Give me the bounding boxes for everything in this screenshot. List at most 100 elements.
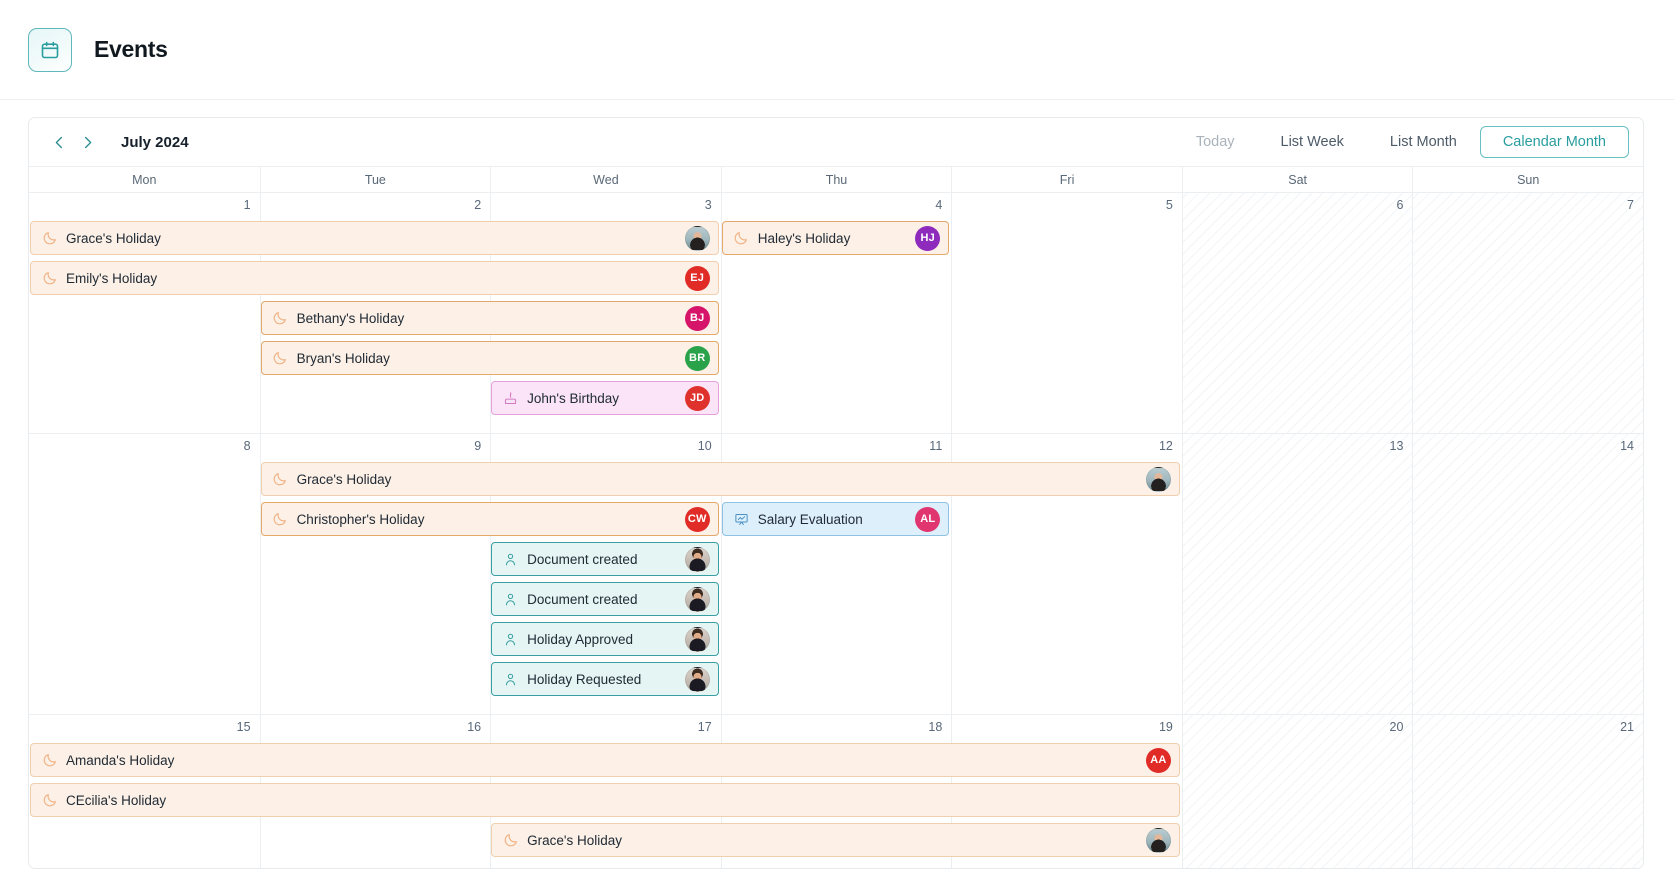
next-month-button[interactable] <box>73 128 101 156</box>
moon-icon <box>272 350 289 367</box>
calendar-event[interactable]: Document created <box>491 542 719 576</box>
weekday-header-row: Mon Tue Wed Thu Fri Sat Sun <box>29 167 1643 193</box>
prev-month-button[interactable] <box>45 128 73 156</box>
weekday-header-sat: Sat <box>1181 167 1413 192</box>
user-icon <box>502 551 519 568</box>
moon-icon <box>272 310 289 327</box>
week-events-layer: Amanda's Holiday AA CEcilia's Holiday Grace… <box>29 715 1643 863</box>
event-title: Haley's Holiday <box>757 230 851 246</box>
user-icon <box>502 631 519 648</box>
calendar-week-row: 15 16 17 18 19 20 21 Amanda's Holiday AA CEcilia'… <box>29 715 1643 868</box>
event-row: Emily's Holiday EJ <box>29 261 1643 301</box>
event-title: Holiday Approved <box>527 631 633 647</box>
weekday-header-mon: Mon <box>132 172 157 187</box>
calendar-event[interactable]: Haley's Holiday HJ <box>721 221 950 255</box>
weekday-header-tue: Tue <box>259 167 491 192</box>
event-title: Amanda's Holiday <box>66 752 175 768</box>
moon-icon <box>41 230 58 247</box>
event-row: Grace's Holiday <box>29 823 1643 863</box>
calendar-event[interactable]: CEcilia's Holiday <box>30 783 1180 817</box>
event-title: CEcilia's Holiday <box>66 792 167 808</box>
avatar <box>1145 827 1171 853</box>
moon-icon <box>41 270 58 287</box>
calendar-toolbar: July 2024 Today List Week List Month Cal… <box>29 118 1643 167</box>
calendar-event[interactable]: Salary Evaluation AL <box>721 502 950 536</box>
weekday-header-thu: Thu <box>720 167 952 192</box>
event-title: Document created <box>527 591 638 607</box>
event-title: John's Birthday <box>527 390 620 406</box>
avatar <box>1145 466 1171 492</box>
moon-icon <box>733 230 750 247</box>
calendar-card: July 2024 Today List Week List Month Cal… <box>28 117 1644 869</box>
event-row: Amanda's Holiday AA <box>29 743 1643 783</box>
calendar-event[interactable]: Bethany's Holiday BJ <box>260 301 719 335</box>
event-title: Bryan's Holiday <box>296 350 390 366</box>
chevron-left-icon <box>55 136 62 148</box>
event-row: Document created <box>29 582 1643 622</box>
event-title: Document created <box>527 551 638 567</box>
avatar: AL <box>915 506 941 532</box>
page-title: Events <box>94 36 168 62</box>
avatar: JD <box>684 385 710 411</box>
today-button[interactable]: Today <box>1173 126 1258 158</box>
current-month-label: July 2024 <box>121 133 189 151</box>
weeks-container: 1 2 3 4 5 6 7 Grace's Holiday Haley's Holiday HJ E… <box>29 193 1643 868</box>
avatar: EJ <box>684 265 710 291</box>
calendar-event[interactable]: Grace's Holiday <box>30 221 719 255</box>
event-title: Grace's Holiday <box>66 230 161 246</box>
calendar-week-row: 1 2 3 4 5 6 7 Grace's Holiday Haley's Holiday HJ E… <box>29 193 1643 434</box>
calendar-event[interactable]: Grace's Holiday <box>260 462 1180 496</box>
moon-icon <box>272 471 289 488</box>
event-title: Bethany's Holiday <box>296 310 405 326</box>
calendar-event[interactable]: Grace's Holiday <box>491 823 1180 857</box>
event-title: Holiday Requested <box>527 671 642 687</box>
calendar-event[interactable]: Amanda's Holiday AA <box>30 743 1180 777</box>
calendar-week-row: 8 9 10 11 12 13 14 Grace's Holiday Christopher's… <box>29 434 1643 715</box>
calendar-event[interactable]: Holiday Approved <box>491 622 719 656</box>
event-title: Christopher's Holiday <box>296 511 425 527</box>
week-events-layer: Grace's Holiday Haley's Holiday HJ Emily's … <box>29 193 1643 421</box>
tab-list-week[interactable]: List Week <box>1258 126 1367 158</box>
event-row: Grace's Holiday <box>29 462 1643 502</box>
calendar-icon <box>28 27 72 72</box>
tab-list-month[interactable]: List Month <box>1367 126 1480 158</box>
event-title: Grace's Holiday <box>527 832 623 848</box>
event-row: John's Birthday JD <box>29 381 1643 421</box>
weekday-header-fri: Fri <box>951 167 1182 192</box>
presentation-icon <box>733 511 750 528</box>
avatar <box>684 666 710 692</box>
weekday-header-sun: Sun <box>1412 167 1643 192</box>
calendar-event[interactable]: Bryan's Holiday BR <box>260 341 719 375</box>
weekday-header-wed: Wed <box>490 167 721 192</box>
week-events-layer: Grace's Holiday Christopher's Holiday CW Sa… <box>29 434 1643 702</box>
avatar <box>684 225 710 251</box>
event-row: Bryan's Holiday BR <box>29 341 1643 381</box>
moon-icon <box>41 792 58 809</box>
calendar-event[interactable]: John's Birthday JD <box>491 381 719 415</box>
tab-calendar-month[interactable]: Calendar Month <box>1479 126 1629 158</box>
page-header: Events <box>0 0 1674 100</box>
avatar: AA <box>1145 747 1171 773</box>
event-title: Grace's Holiday <box>296 471 392 487</box>
calendar-event[interactable]: Holiday Requested <box>491 662 719 696</box>
moon-icon <box>272 511 289 528</box>
avatar <box>684 626 710 652</box>
event-row: Document created <box>29 542 1643 582</box>
cake-icon <box>502 390 519 407</box>
event-row: Holiday Requested <box>29 662 1643 702</box>
moon-icon <box>41 752 58 769</box>
event-title: Salary Evaluation <box>757 511 863 527</box>
chevron-right-icon <box>84 136 91 148</box>
calendar-event[interactable]: Emily's Holiday EJ <box>30 261 719 295</box>
event-row: Grace's Holiday Haley's Holiday HJ <box>29 221 1643 261</box>
avatar: BJ <box>684 305 710 331</box>
avatar <box>684 546 710 572</box>
view-switcher: Today List Week List Month Calendar Mont… <box>1173 126 1629 158</box>
user-icon <box>502 671 519 688</box>
event-row: CEcilia's Holiday <box>29 783 1643 823</box>
avatar <box>684 586 710 612</box>
moon-icon <box>502 832 519 849</box>
calendar-event[interactable]: Document created <box>491 582 719 616</box>
calendar-event[interactable]: Christopher's Holiday CW <box>260 502 719 536</box>
avatar: BR <box>684 345 710 371</box>
